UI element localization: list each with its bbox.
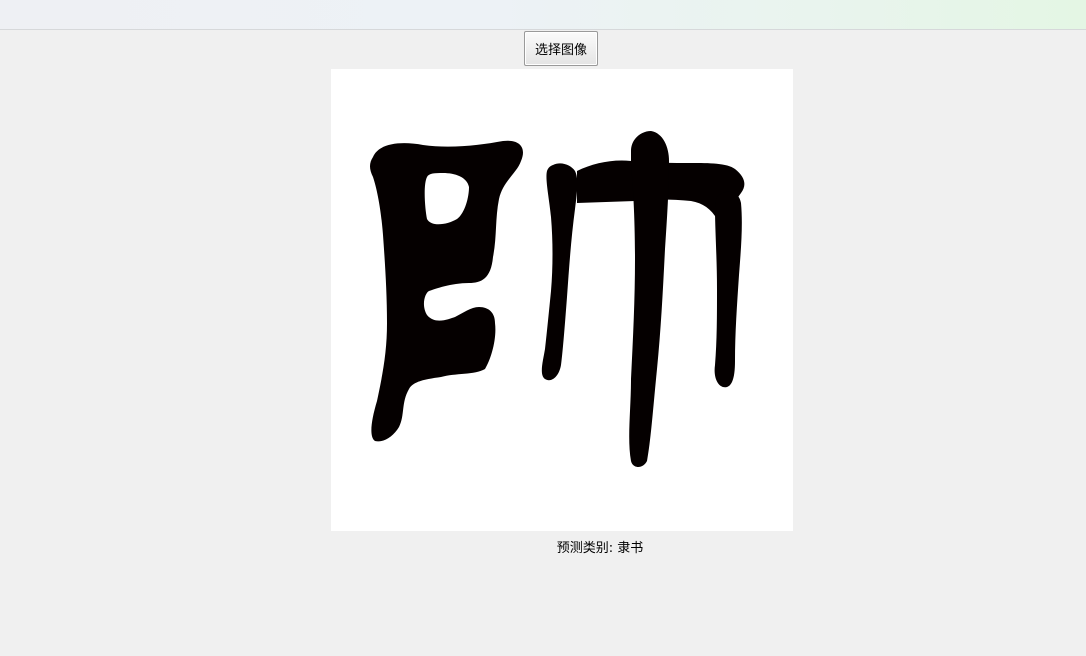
select-image-button[interactable]: 选择图像 bbox=[524, 31, 598, 66]
right-right-vertical bbox=[714, 191, 742, 388]
calligraphy-image bbox=[331, 69, 793, 531]
prediction-result: 预测类别: 隶书 bbox=[400, 540, 800, 558]
right-center-vertical bbox=[629, 131, 669, 467]
window-title-bar bbox=[0, 0, 1086, 30]
calligraphy-character-image bbox=[370, 131, 745, 467]
right-left-vertical bbox=[541, 163, 578, 381]
prediction-label-text: 预测类别: bbox=[556, 541, 614, 556]
prediction-value-text: 隶书 bbox=[617, 541, 644, 556]
left-radical-stroke bbox=[370, 140, 523, 442]
